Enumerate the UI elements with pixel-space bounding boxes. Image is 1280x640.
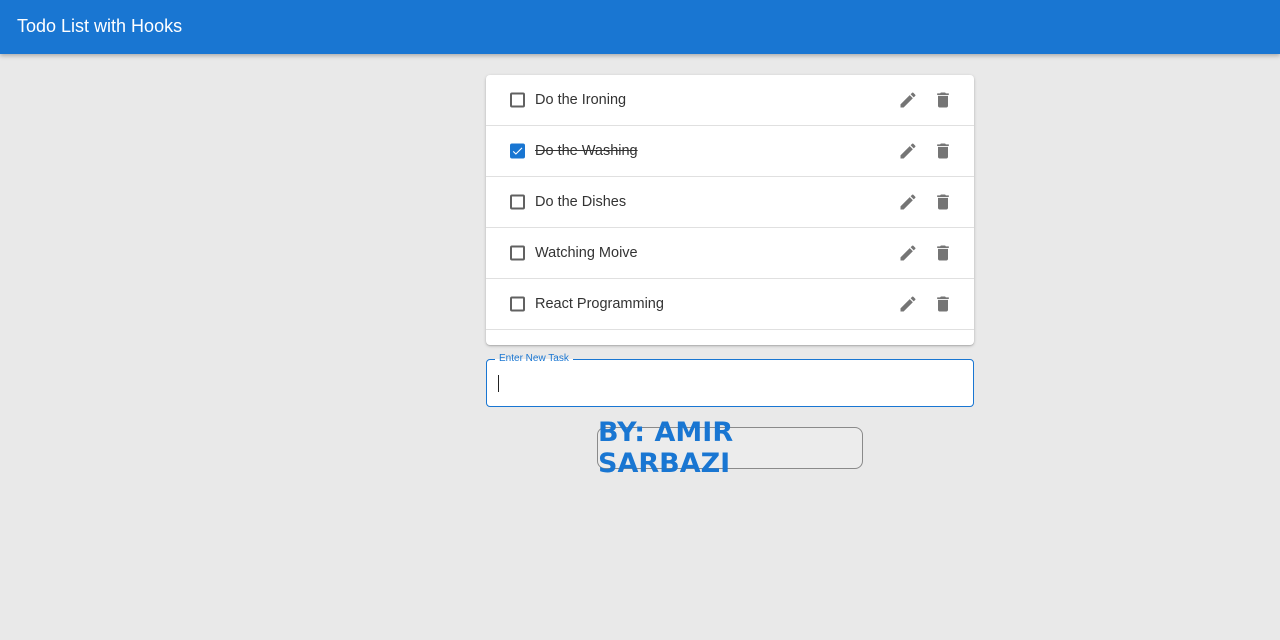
todo-checkbox[interactable] <box>510 296 525 312</box>
trash-icon <box>937 92 949 108</box>
todo-item: Watching Moive <box>486 228 974 279</box>
delete-button[interactable] <box>932 242 954 264</box>
trash-icon <box>937 143 949 159</box>
todo-item: React Programming <box>486 279 974 330</box>
trash-icon <box>937 245 949 261</box>
edit-button[interactable] <box>897 242 919 264</box>
pencil-icon <box>900 245 916 261</box>
trash-icon <box>937 296 949 312</box>
pencil-icon <box>900 143 916 159</box>
todo-checkbox[interactable] <box>510 92 525 108</box>
todo-label: Do the Ironing <box>535 92 627 108</box>
todo-checkbox[interactable] <box>510 143 525 159</box>
delete-button[interactable] <box>932 89 954 111</box>
delete-button[interactable] <box>932 140 954 162</box>
todo-label: React Programming <box>535 296 664 312</box>
todo-item: Do the Washing <box>486 126 974 177</box>
edit-button[interactable] <box>897 89 919 111</box>
author-badge: BY: AMIR SARBAZI <box>597 417 863 479</box>
todo-checkbox[interactable] <box>510 194 525 210</box>
edit-button[interactable] <box>897 293 919 315</box>
app-bar: Todo List with Hooks <box>0 0 1280 54</box>
todo-item: Do the Dishes <box>486 177 974 228</box>
pencil-icon <box>900 92 916 108</box>
todo-label: Do the Washing <box>535 143 638 159</box>
edit-button[interactable] <box>897 191 919 213</box>
text-caret <box>498 375 499 392</box>
new-task-field[interactable]: Enter New Task <box>486 353 974 407</box>
trash-icon <box>937 194 949 210</box>
new-task-label: Enter New Task <box>495 353 573 365</box>
todo-label: Watching Moive <box>535 245 638 261</box>
todo-item: Do the Ironing <box>486 75 974 126</box>
pencil-icon <box>900 194 916 210</box>
todo-checkbox[interactable] <box>510 245 525 261</box>
pencil-icon <box>900 296 916 312</box>
delete-button[interactable] <box>932 191 954 213</box>
edit-button[interactable] <box>897 140 919 162</box>
todo-label: Do the Dishes <box>535 194 627 210</box>
new-task-input[interactable] <box>497 370 957 396</box>
delete-button[interactable] <box>932 293 954 315</box>
app-title: Todo List with Hooks <box>17 15 183 36</box>
todo-list: Do the Ironing Do the Washing Do the Dis… <box>486 75 974 345</box>
